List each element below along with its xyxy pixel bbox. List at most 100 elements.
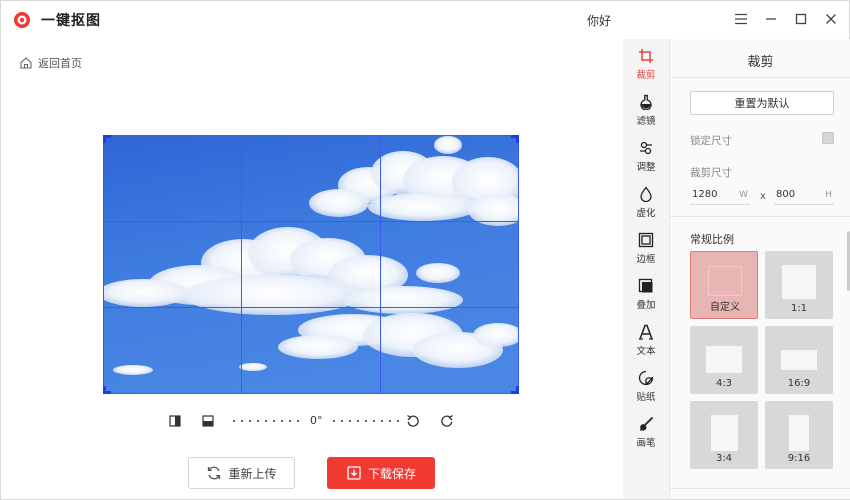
reupload-label: 重新上传 <box>228 466 277 481</box>
tool-crop[interactable]: 裁剪 <box>623 43 669 87</box>
tool-blur[interactable]: 虚化 <box>623 181 669 225</box>
tool-text[interactable]: 文本 <box>623 319 669 363</box>
tool-sticker[interactable]: 贴纸 <box>623 365 669 409</box>
ratio-3-4[interactable]: 3:4 <box>690 401 758 469</box>
crop-border-left <box>103 135 104 394</box>
tool-label: 边框 <box>636 254 656 265</box>
crop-border-right <box>518 135 519 394</box>
flip-horizontal-icon[interactable] <box>167 413 183 429</box>
panel-divider <box>670 488 850 489</box>
crop-height-value: 800 <box>776 189 796 200</box>
ratio-section-title: 常规比例 <box>690 233 734 246</box>
crop-handle-bottom-left[interactable] <box>103 386 111 394</box>
minimize-icon[interactable] <box>761 9 781 29</box>
rotate-left-icon[interactable] <box>405 413 421 429</box>
reupload-button[interactable]: 重新上传 <box>188 457 295 489</box>
ratio-label: 1:1 <box>790 303 808 314</box>
menu-icon[interactable] <box>731 9 751 29</box>
tool-label: 裁剪 <box>636 70 656 81</box>
tool-label: 滤镜 <box>636 116 656 127</box>
tool-label: 虚化 <box>636 208 656 219</box>
sticker-icon <box>637 369 655 387</box>
crop-handle-top-right[interactable] <box>511 135 519 143</box>
ratio-label: 16:9 <box>787 378 811 389</box>
brush-icon <box>637 415 655 433</box>
ratio-shape <box>782 265 816 299</box>
user-greeting[interactable]: 你好 <box>587 12 611 29</box>
ratio-9-16[interactable]: 9:16 <box>765 401 833 469</box>
crop-canvas[interactable] <box>103 135 519 394</box>
crop-width-field[interactable]: 1280 W <box>690 185 750 205</box>
size-separator: x <box>760 191 766 202</box>
back-home-link[interactable]: 返回首页 <box>19 55 82 71</box>
tool-rail: 裁剪 滤镜 调整 虚化 边框 叠加 文本 贴纸 画笔 <box>623 39 669 499</box>
lock-size-checkbox[interactable] <box>822 132 834 144</box>
panel-divider <box>670 77 850 78</box>
rotate-right-icon[interactable] <box>439 413 455 429</box>
tool-label: 文本 <box>636 346 656 357</box>
tool-label: 贴纸 <box>636 392 656 403</box>
tool-adjust[interactable]: 调整 <box>623 135 669 179</box>
overlay-icon <box>637 277 655 295</box>
crop-height-unit: H <box>825 189 832 200</box>
ratio-label: 4:3 <box>715 378 733 389</box>
ratio-shape <box>711 415 738 451</box>
ratio-shape <box>706 346 742 373</box>
ratio-custom[interactable]: 自定义 <box>690 251 758 319</box>
maximize-icon[interactable] <box>791 9 811 29</box>
reset-default-button[interactable]: 重置为默认 <box>690 91 834 115</box>
crop-border-bottom <box>103 393 519 394</box>
rotation-toolbar: 0° <box>1 411 621 431</box>
text-icon <box>637 323 655 341</box>
rotation-slider-left[interactable] <box>233 420 299 422</box>
ratio-16-9[interactable]: 16:9 <box>765 326 833 394</box>
crop-width-unit: W <box>739 189 748 200</box>
drop-icon <box>637 185 655 203</box>
back-home-label: 返回首页 <box>38 57 82 70</box>
crop-grid-v2 <box>380 135 381 394</box>
title-bar: 一键抠图 你好 <box>1 1 850 39</box>
crop-width-value: 1280 <box>692 189 718 200</box>
crop-handle-bottom-right[interactable] <box>511 386 519 394</box>
crop-settings-panel: 裁剪 重置为默认 锁定尺寸 裁剪尺寸 1280 W x 800 H 常规比例 自… <box>669 39 850 499</box>
close-icon[interactable] <box>821 9 841 29</box>
tool-label: 叠加 <box>636 300 656 311</box>
tool-border[interactable]: 边框 <box>623 227 669 271</box>
download-save-label: 下载保存 <box>367 466 416 481</box>
lock-size-label: 锁定尺寸 <box>690 135 732 147</box>
rotation-value: 0° <box>310 414 323 427</box>
app-title: 一键抠图 <box>41 13 101 29</box>
crop-border-top <box>103 135 519 136</box>
ratio-label: 自定义 <box>710 302 740 313</box>
download-icon <box>347 466 361 480</box>
panel-divider <box>670 216 850 217</box>
flask-icon <box>637 93 655 111</box>
adjust-icon <box>637 139 655 157</box>
crop-grid-h2 <box>103 307 519 308</box>
crop-grid-v1 <box>241 135 242 394</box>
rotation-slider-right[interactable] <box>333 420 399 422</box>
crop-size-label: 裁剪尺寸 <box>690 167 732 179</box>
crop-icon <box>637 47 655 65</box>
ratio-shape <box>708 266 742 296</box>
crop-handle-top-left[interactable] <box>103 135 111 143</box>
ratio-label: 9:16 <box>787 453 811 464</box>
home-icon <box>20 57 32 69</box>
crop-grid-h1 <box>103 221 519 222</box>
ratio-label: 3:4 <box>715 453 733 464</box>
app-logo-icon <box>14 12 30 28</box>
tool-label: 画笔 <box>636 438 656 449</box>
ratio-4-3[interactable]: 4:3 <box>690 326 758 394</box>
crop-height-field[interactable]: 800 H <box>774 185 834 205</box>
download-save-button[interactable]: 下载保存 <box>327 457 435 489</box>
tool-label: 调整 <box>636 162 656 173</box>
tool-overlay[interactable]: 叠加 <box>623 273 669 317</box>
tool-brush[interactable]: 画笔 <box>623 411 669 455</box>
ratio-shape <box>789 415 809 451</box>
flip-vertical-icon[interactable] <box>200 413 216 429</box>
panel-title: 裁剪 <box>747 55 774 70</box>
ratio-1-1[interactable]: 1:1 <box>765 251 833 319</box>
refresh-icon <box>208 466 221 480</box>
tool-filter[interactable]: 滤镜 <box>623 89 669 133</box>
sky-photo <box>103 135 519 394</box>
